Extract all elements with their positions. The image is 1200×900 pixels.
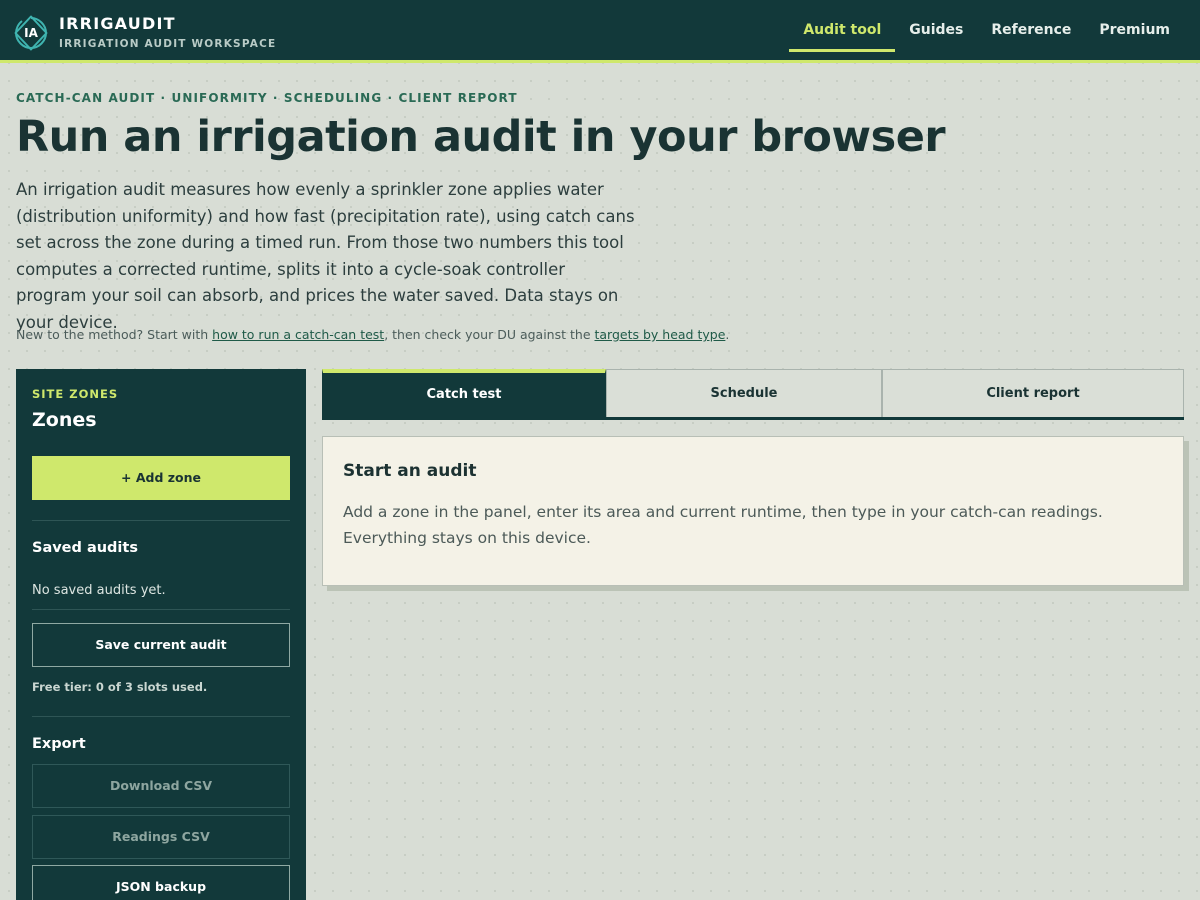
- page-title: Run an irrigation audit in your browser: [16, 112, 946, 162]
- readings-csv-button[interactable]: Readings CSV: [32, 815, 290, 859]
- brand-subtitle: IRRIGATION AUDIT WORKSPACE: [59, 38, 277, 50]
- audit-tabs: Catch test Schedule Client report: [322, 369, 1184, 420]
- sidebar-divider: [32, 716, 290, 717]
- hero-eyebrow: CATCH-CAN AUDIT · UNIFORMITY · SCHEDULIN…: [16, 91, 518, 105]
- top-navigation-bar: IA IRRIGAUDIT IRRIGATION AUDIT WORKSPACE…: [0, 0, 1200, 63]
- save-current-audit-button[interactable]: Save current audit: [32, 623, 290, 667]
- sidebar-title: Zones: [32, 409, 97, 431]
- tab-client-report[interactable]: Client report: [882, 369, 1184, 417]
- tab-schedule[interactable]: Schedule: [606, 369, 882, 417]
- nav-reference[interactable]: Reference: [977, 0, 1085, 60]
- export-heading: Export: [32, 736, 86, 752]
- sidebar-divider: [32, 520, 290, 521]
- nav-premium[interactable]: Premium: [1085, 0, 1184, 60]
- download-csv-button[interactable]: Download CSV: [32, 764, 290, 808]
- add-zone-button[interactable]: + Add zone: [32, 456, 290, 500]
- tab-catch-test[interactable]: Catch test: [322, 369, 606, 417]
- card-body: Add a zone in the panel, enter its area …: [343, 503, 1103, 547]
- targets-by-head-type-link[interactable]: targets by head type: [594, 327, 725, 342]
- help-prefix: New to the method? Start with: [16, 327, 213, 342]
- saved-audits-empty: No saved audits yet.: [32, 583, 166, 598]
- logo-initials: IA: [24, 26, 38, 40]
- card-title: Start an audit: [343, 461, 477, 481]
- help-middle: , then check your DU against the: [384, 327, 595, 342]
- help-suffix: .: [725, 327, 730, 342]
- logo[interactable]: IA: [13, 15, 49, 51]
- main-nav: Audit tool Guides Reference Premium: [789, 0, 1184, 60]
- saved-audits-heading: Saved audits: [32, 540, 138, 556]
- help-text: New to the method? Start with how to run…: [16, 327, 729, 342]
- start-audit-card: Start an audit Add a zone in the panel, …: [322, 436, 1184, 586]
- nav-guides[interactable]: Guides: [895, 0, 977, 60]
- zones-sidebar: SITE ZONES Zones + Add zone Saved audits…: [16, 369, 306, 900]
- nav-audit-tool[interactable]: Audit tool: [789, 0, 896, 60]
- sidebar-divider: [32, 609, 290, 610]
- catch-can-test-link[interactable]: how to run a catch-can test: [212, 327, 384, 342]
- brand-name[interactable]: IRRIGAUDIT: [59, 14, 176, 33]
- hero-description: An irrigation audit measures how evenly …: [16, 180, 635, 332]
- tier-note: Free tier: 0 of 3 slots used.: [32, 680, 208, 694]
- sidebar-eyebrow: SITE ZONES: [32, 387, 119, 401]
- json-backup-button[interactable]: JSON backup: [32, 865, 290, 900]
